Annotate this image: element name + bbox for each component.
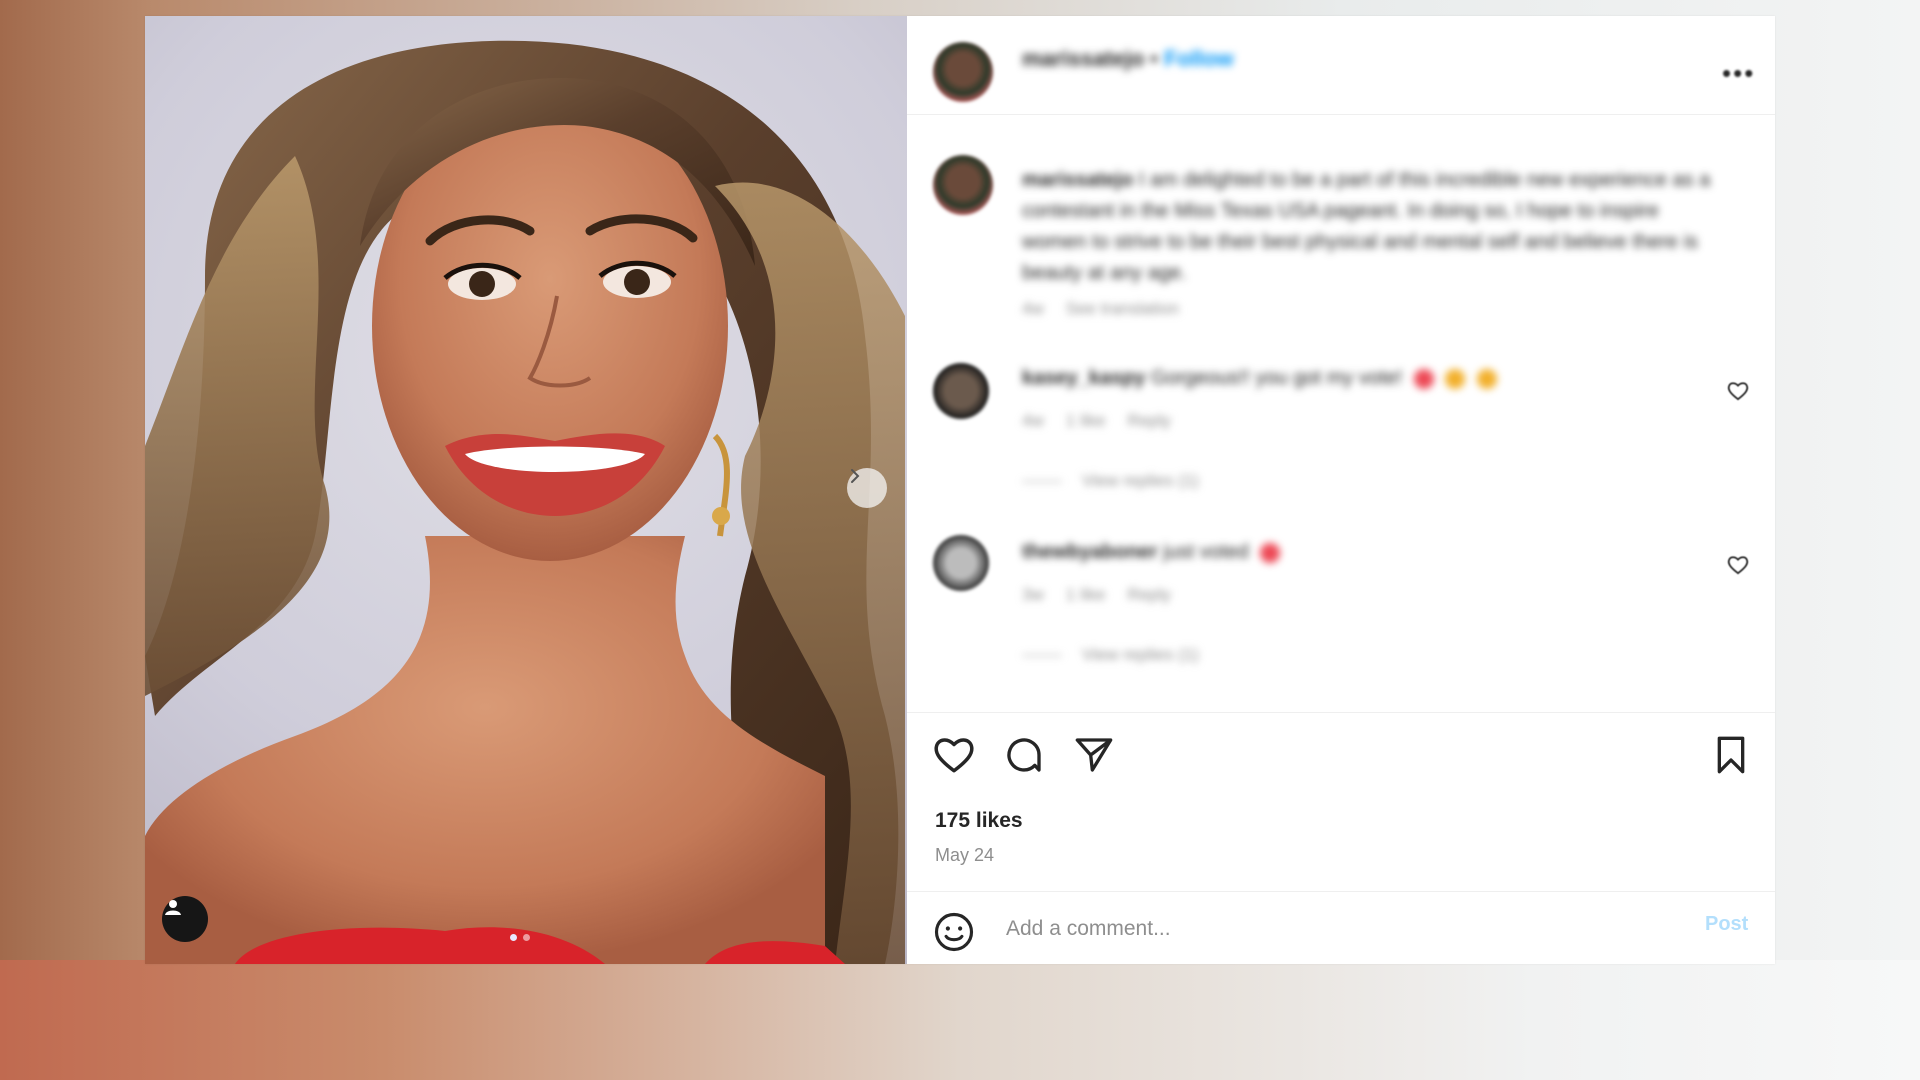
comments-list[interactable]: marissatejo I am delighted to be a part … xyxy=(907,115,1775,712)
carousel-next-button[interactable] xyxy=(847,468,887,508)
post-header: marissatejo • Follow ••• xyxy=(907,16,1775,115)
author-header-line: marissatejo • Follow xyxy=(1022,46,1234,72)
post-actions: 175 likes May 24 xyxy=(907,712,1775,892)
carousel-indicator xyxy=(510,934,530,941)
add-comment-bar: Post xyxy=(907,891,1775,964)
carousel-dot xyxy=(523,934,530,941)
see-translation-link[interactable]: See translation xyxy=(1066,299,1179,318)
likes-count[interactable]: 175 likes xyxy=(935,809,1023,833)
author-avatar[interactable] xyxy=(933,42,993,102)
comment-text: Gorgeous!! you got my vote! xyxy=(1151,367,1403,389)
caption: marissatejo I am delighted to be a part … xyxy=(1022,165,1722,289)
caption-meta: 4w See translation xyxy=(1022,299,1201,319)
share-icon[interactable] xyxy=(1073,735,1115,775)
comment-line: kasey_kaspy Gorgeous!! you got my vote! xyxy=(1022,367,1497,390)
caption-author-avatar[interactable] xyxy=(933,155,993,215)
comment-icon[interactable] xyxy=(1003,735,1045,775)
star-eyes-emoji-icon xyxy=(1476,368,1497,389)
header-separator: • xyxy=(1150,46,1158,71)
comment-username[interactable]: thewbyaboner xyxy=(1022,541,1158,563)
background-bottom-band xyxy=(0,960,1920,1080)
comment-time: 3w xyxy=(1022,585,1044,604)
post-card: marissatejo • Follow ••• marissatejo I am … xyxy=(145,16,1775,964)
view-replies-label: View replies (1) xyxy=(1082,471,1199,490)
more-options-icon[interactable]: ••• xyxy=(1722,58,1755,89)
view-replies-label: View replies (1) xyxy=(1082,645,1199,664)
heart-emoji-icon xyxy=(1413,368,1434,389)
comment-avatar[interactable] xyxy=(933,363,989,419)
comment-like-heart-icon[interactable] xyxy=(1727,381,1749,401)
follow-button[interactable]: Follow xyxy=(1164,46,1234,71)
view-replies-link[interactable]: View replies (1) xyxy=(1022,471,1199,491)
user-tag-icon xyxy=(165,900,181,915)
heart-emoji-icon xyxy=(1260,542,1281,563)
comment-meta: 3w 1 like Reply xyxy=(1022,585,1193,605)
view-replies-link[interactable]: View replies (1) xyxy=(1022,645,1199,665)
emoji-icon[interactable] xyxy=(933,911,975,953)
comment-like-heart-icon[interactable] xyxy=(1727,555,1749,575)
comment-time: 4w xyxy=(1022,411,1044,430)
reply-button[interactable]: Reply xyxy=(1127,585,1170,604)
user-tag-button[interactable] xyxy=(162,896,208,942)
post-comment-button[interactable]: Post xyxy=(1705,913,1748,936)
view-replies-dash xyxy=(1022,481,1062,483)
reply-button[interactable]: Reply xyxy=(1127,411,1170,430)
post-details-panel: marissatejo • Follow ••• marissatejo I am … xyxy=(907,16,1775,964)
view-replies-dash xyxy=(1022,655,1062,657)
post-photo[interactable] xyxy=(145,16,907,964)
carousel-dot-active xyxy=(510,934,517,941)
comment-text: just voted xyxy=(1163,541,1249,563)
heart-icon[interactable] xyxy=(933,735,975,775)
bookmark-icon[interactable] xyxy=(1711,735,1751,775)
comment-input[interactable] xyxy=(1004,911,1648,947)
caption-time: 4w xyxy=(1022,299,1044,318)
post-date: May 24 xyxy=(935,845,995,865)
comment-line: thewbyaboner just voted xyxy=(1022,541,1281,564)
comment-username[interactable]: kasey_kaspy xyxy=(1022,367,1145,389)
comment-avatar[interactable] xyxy=(933,535,989,591)
author-username[interactable]: marissatejo xyxy=(1022,46,1144,71)
comment-likes[interactable]: 1 like xyxy=(1066,585,1106,604)
smile-emoji-icon xyxy=(1445,368,1466,389)
comment-meta: 4w 1 like Reply xyxy=(1022,411,1193,431)
comment-likes[interactable]: 1 like xyxy=(1066,411,1106,430)
chevron-right-icon xyxy=(851,469,860,483)
caption-username[interactable]: marissatejo xyxy=(1022,169,1133,191)
portrait-illustration xyxy=(145,40,905,964)
